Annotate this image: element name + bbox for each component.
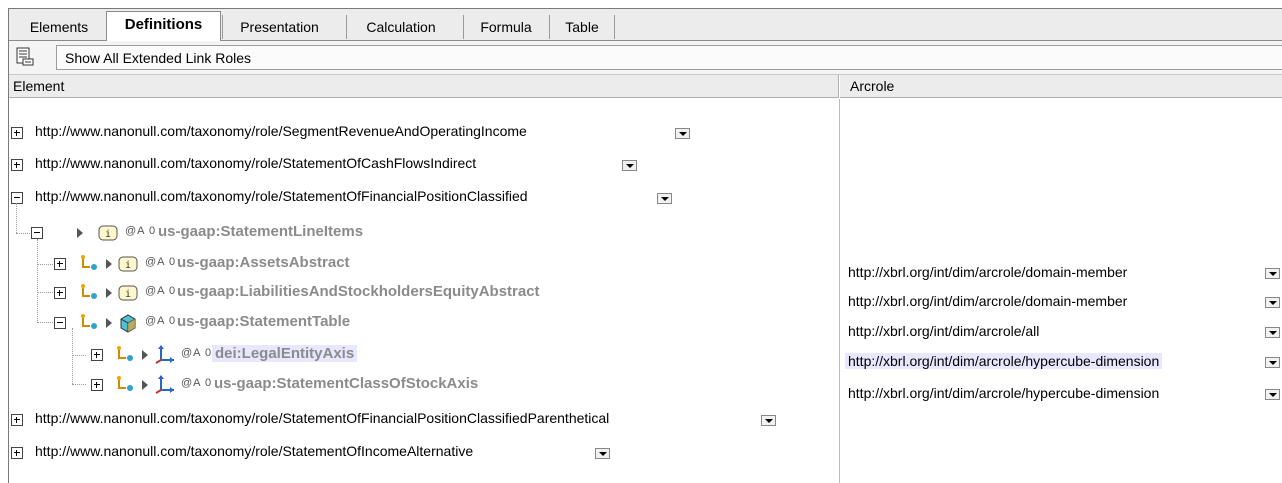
toolbar: Show All Extended Link Roles: [9, 41, 1282, 75]
role-row[interactable]: http://www.nanonull.com/taxonomy/role/St…: [9, 186, 839, 210]
svg-text:i: i: [105, 229, 111, 240]
tree-row[interactable]: @A 0 us-gaap:StatementClassOfStockAxis h…: [9, 373, 1282, 401]
expand-icon[interactable]: [11, 414, 23, 426]
role-uri: http://www.nanonull.com/taxonomy/role/St…: [35, 188, 528, 204]
arcrole-dropdown-icon[interactable]: [1265, 268, 1280, 279]
svg-text:i: i: [125, 260, 131, 271]
element-name: us-gaap:StatementClassOfStockAxis: [214, 375, 479, 392]
role-dropdown-icon[interactable]: [657, 193, 672, 204]
arcrole-dropdown-icon[interactable]: [1265, 389, 1280, 400]
arc-icon: [81, 314, 97, 329]
role-row[interactable]: http://www.nanonull.com/taxonomy/role/St…: [9, 153, 839, 177]
play-triangle-icon[interactable]: [106, 259, 112, 269]
abstract-item-icon: i: [118, 256, 138, 272]
definitions-view: Elements Definitions Presentation Calcul…: [8, 8, 1282, 483]
play-triangle-icon[interactable]: [142, 350, 148, 360]
svg-text:i: i: [125, 289, 131, 300]
arcrole-value: http://xbrl.org/int/dim/arcrole/hypercub…: [848, 385, 1160, 401]
arcrole-dropdown-icon[interactable]: [1265, 297, 1280, 308]
arcrole-dropdown-icon[interactable]: [1265, 357, 1280, 368]
arcrole-value: http://xbrl.org/int/dim/arcrole/all: [848, 323, 1040, 339]
role-row[interactable]: http://www.nanonull.com/taxonomy/role/St…: [9, 408, 839, 432]
arc-icon: [117, 376, 133, 391]
tab-definitions[interactable]: Definitions: [106, 11, 221, 42]
play-triangle-icon[interactable]: [142, 380, 148, 390]
tree-row[interactable]: @A 0 us-gaap:StatementTable http://xbrl.…: [9, 311, 1282, 339]
role-row[interactable]: http://www.nanonull.com/taxonomy/role/Se…: [9, 121, 839, 145]
arc-icon: [81, 255, 97, 270]
element-badge: @A 0: [125, 225, 157, 237]
element-badge: @A 0: [145, 315, 177, 327]
element-name: us-gaap:StatementTable: [177, 313, 351, 330]
role-dropdown-icon[interactable]: [675, 128, 690, 139]
role-dropdown-icon[interactable]: [595, 448, 610, 459]
role-dropdown-icon[interactable]: [761, 415, 776, 426]
element-badge: @A 0: [145, 256, 177, 268]
role-uri: http://www.nanonull.com/taxonomy/role/St…: [35, 410, 610, 426]
column-header-arcrole[interactable]: Arcrole: [840, 75, 1282, 98]
arcrole-value: http://xbrl.org/int/dim/arcrole/domain-m…: [848, 264, 1128, 280]
expand-icon[interactable]: [54, 287, 66, 299]
role-dropdown-icon[interactable]: [622, 160, 637, 171]
role-uri: http://www.nanonull.com/taxonomy/role/St…: [35, 155, 477, 171]
tab-presentation[interactable]: Presentation: [222, 15, 336, 39]
arcrole-value: http://xbrl.org/int/dim/arcrole/domain-m…: [848, 293, 1128, 309]
tab-formula[interactable]: Formula: [463, 15, 548, 39]
role-uri: http://www.nanonull.com/taxonomy/role/Se…: [35, 123, 527, 139]
arc-icon: [81, 284, 97, 299]
element-badge: @A 0: [145, 285, 177, 297]
collapse-icon[interactable]: [31, 227, 43, 239]
hypercube-icon: [120, 314, 136, 333]
expand-icon[interactable]: [11, 447, 23, 459]
role-row[interactable]: http://www.nanonull.com/taxonomy/role/St…: [9, 441, 839, 465]
element-name: us-gaap:AssetsAbstract: [177, 254, 350, 271]
play-triangle-icon[interactable]: [106, 288, 112, 298]
role-uri: http://www.nanonull.com/taxonomy/role/St…: [35, 443, 474, 459]
element-badge: @A 0: [181, 377, 213, 389]
tab-table[interactable]: Table: [549, 15, 615, 39]
column-header-element[interactable]: Element: [9, 75, 839, 98]
tab-bar: Elements Definitions Presentation Calcul…: [9, 9, 1282, 42]
tab-calculation[interactable]: Calculation: [346, 15, 455, 39]
expand-icon[interactable]: [11, 159, 23, 171]
dimension-axis-icon: [155, 375, 174, 394]
tree-row[interactable]: i @A 0 us-gaap:StatementLineItems: [9, 221, 839, 245]
play-triangle-icon[interactable]: [106, 318, 112, 328]
tab-elements[interactable]: Elements: [15, 15, 103, 39]
tree-row-selected[interactable]: @A 0 dei:LegalEntityAxis http://xbrl.org…: [9, 343, 1282, 369]
expand-icon[interactable]: [11, 127, 23, 139]
show-all-extended-link-roles-button[interactable]: Show All Extended Link Roles: [56, 45, 1282, 70]
tree-row[interactable]: i @A 0 us-gaap:AssetsAbstract http://xbr…: [9, 252, 1282, 280]
abstract-item-icon: i: [98, 225, 118, 241]
expand-icon[interactable]: [54, 258, 66, 270]
abstract-item-icon: i: [118, 285, 138, 301]
expand-icon[interactable]: [91, 349, 103, 361]
arcrole-value: http://xbrl.org/int/dim/arcrole/hypercub…: [845, 353, 1163, 369]
element-name: us-gaap:StatementLineItems: [158, 223, 364, 240]
link-roles-icon[interactable]: [15, 47, 35, 67]
tree-row[interactable]: i @A 0 us-gaap:LiabilitiesAndStockholder…: [9, 281, 1282, 309]
element-name: us-gaap:LiabilitiesAndStockholdersEquity…: [177, 283, 540, 300]
element-name: dei:LegalEntityAxis: [212, 345, 358, 362]
arc-icon: [117, 346, 133, 361]
collapse-icon[interactable]: [11, 192, 23, 204]
collapse-icon[interactable]: [54, 317, 66, 329]
dimension-axis-icon: [155, 345, 174, 364]
element-badge: @A 0: [181, 347, 213, 359]
play-triangle-icon[interactable]: [77, 228, 83, 238]
arcrole-dropdown-icon[interactable]: [1265, 327, 1280, 338]
expand-icon[interactable]: [91, 379, 103, 391]
